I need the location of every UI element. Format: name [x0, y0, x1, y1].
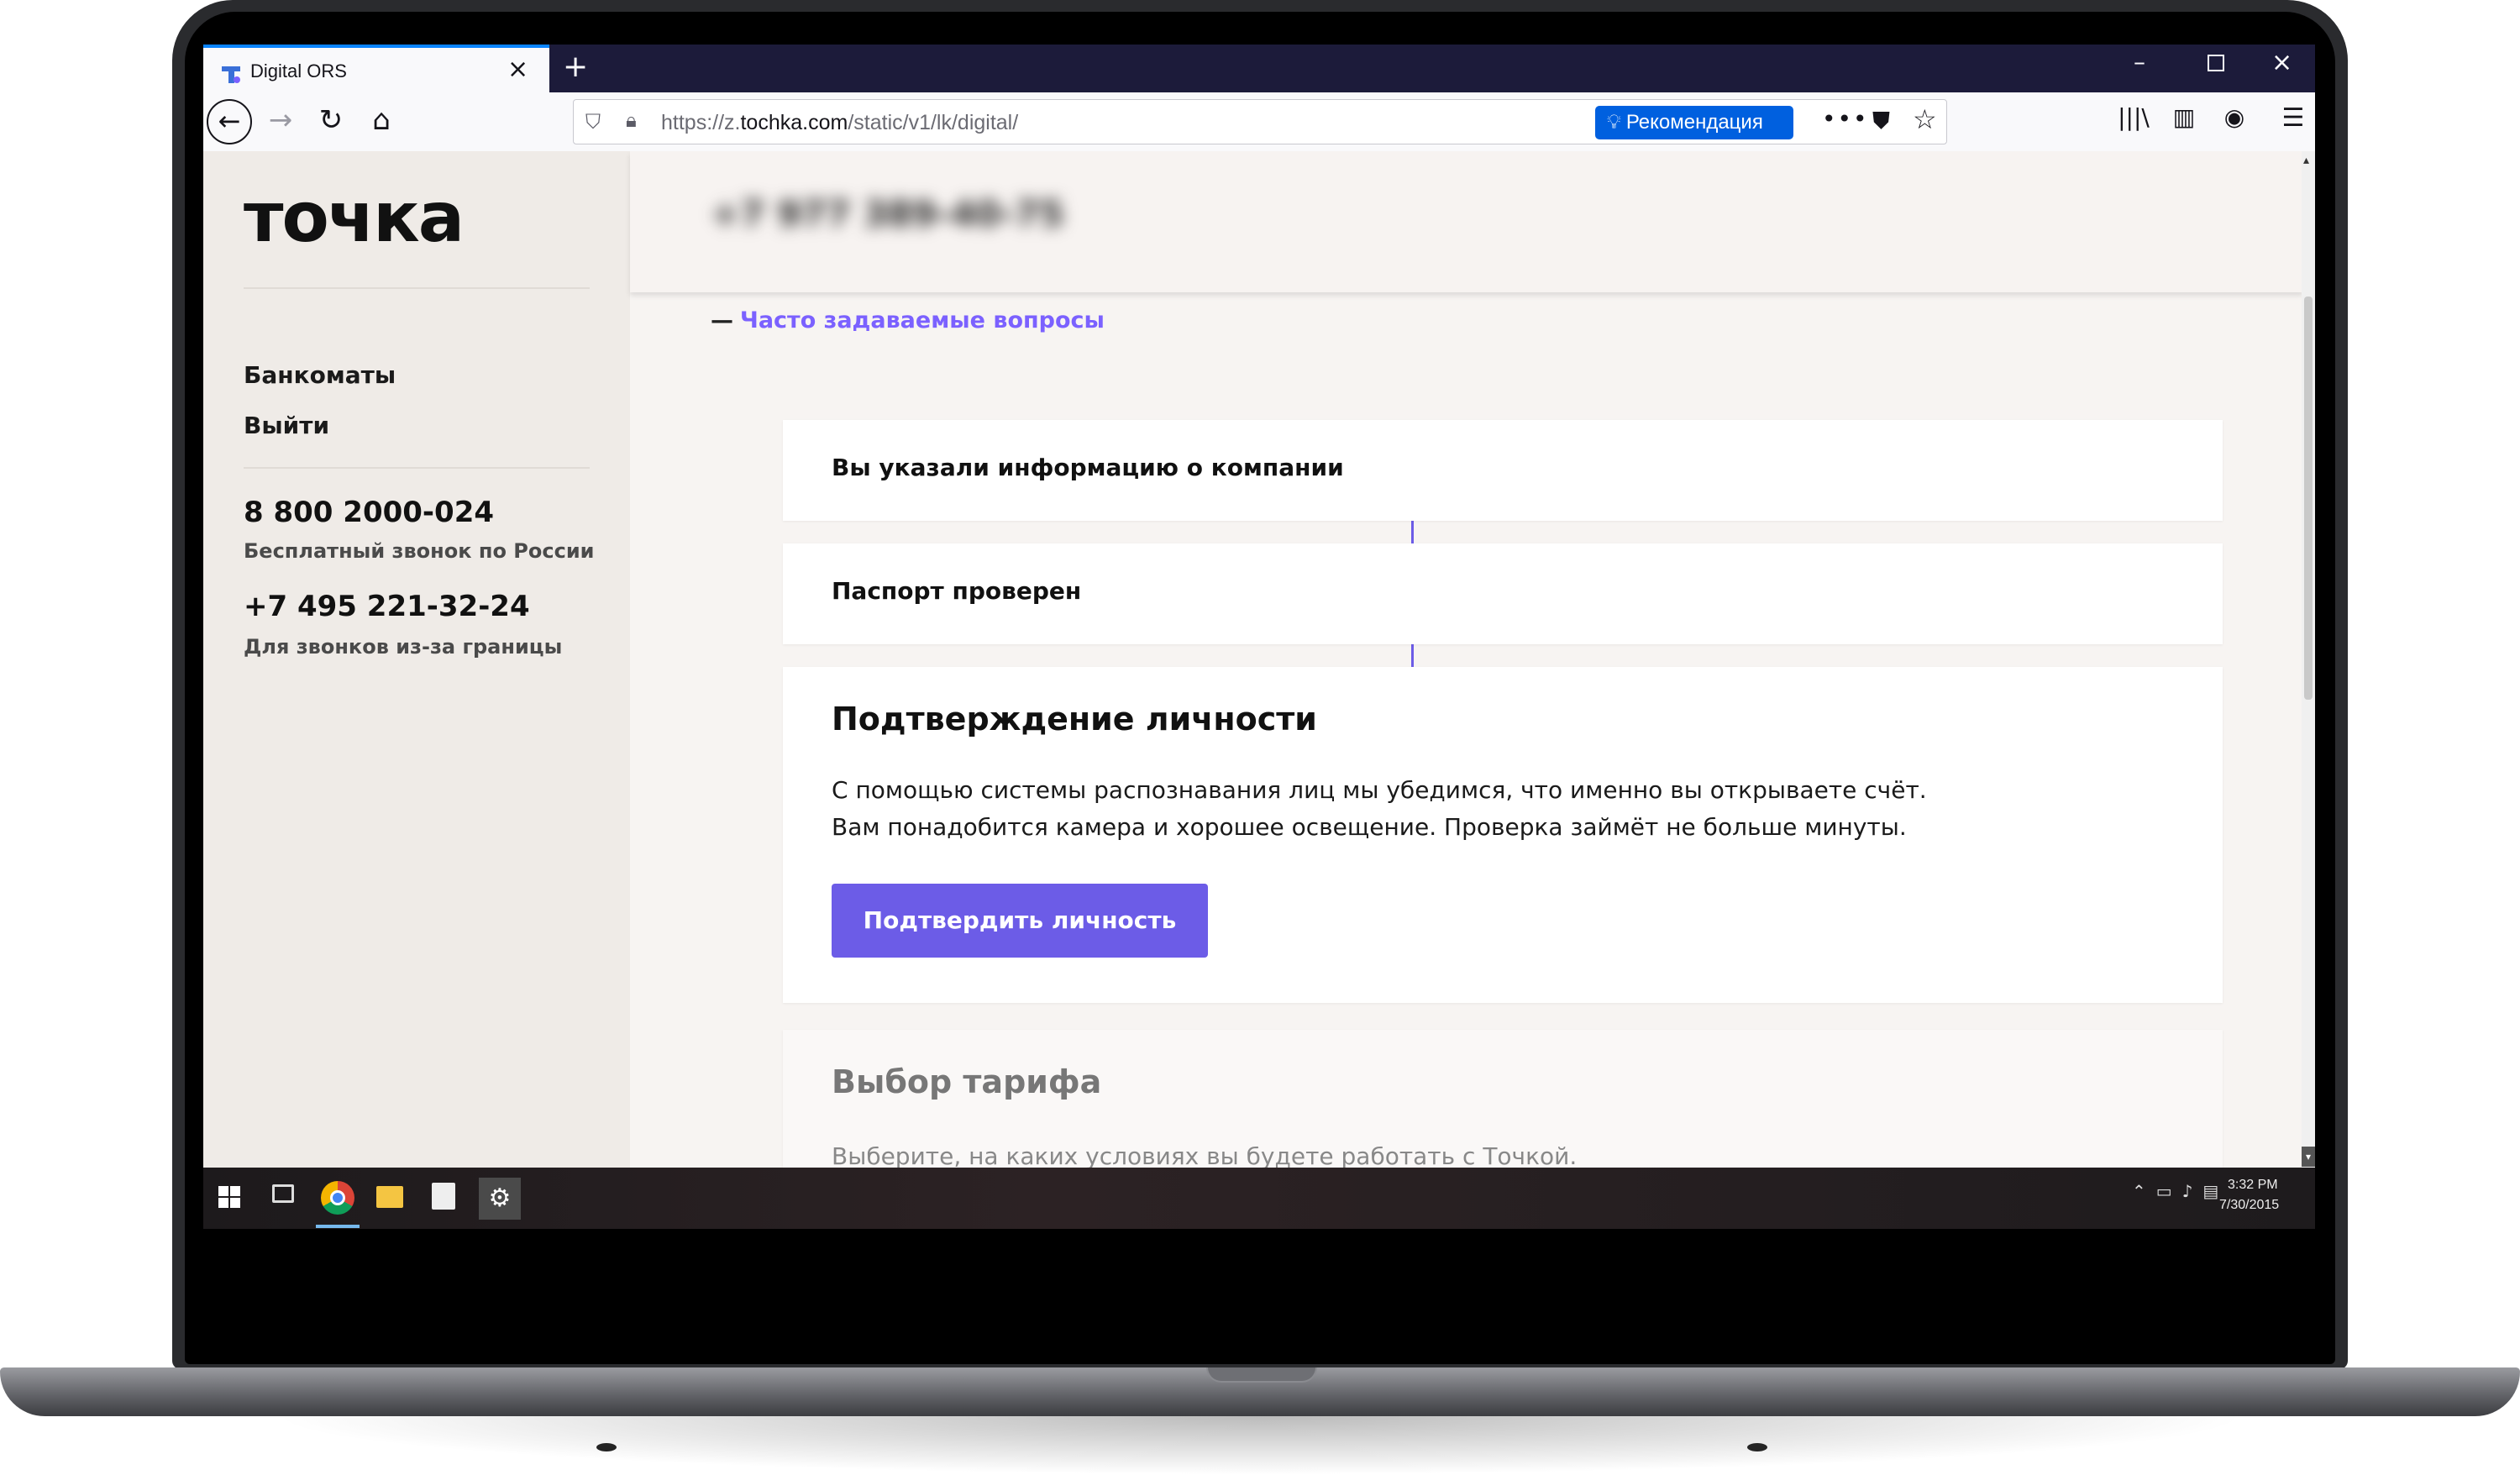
page-actions-more-icon[interactable]: ••• — [1822, 105, 1869, 133]
step-description: Вам понадобится камера и хорошее освещен… — [832, 813, 1907, 841]
library-icon[interactable]: |||\ — [2115, 103, 2152, 131]
system-tray-icons[interactable]: ⌃▭♪▤ — [2132, 1181, 2229, 1201]
lock-icon[interactable]: 🔒︎ — [626, 108, 637, 132]
sidebar-divider — [244, 287, 590, 289]
recommendation-button[interactable]: 💡︎ Рекомендация — [1595, 106, 1793, 139]
back-arrow-icon[interactable]: ← — [207, 99, 252, 144]
clock-time[interactable]: 3:32 PM — [2228, 1178, 2278, 1193]
browser-tab-bar: Digital ORS × + – × — [203, 45, 2315, 92]
tab-close-icon[interactable]: × — [507, 55, 528, 84]
clock-date[interactable]: 7/30/2015 — [2219, 1198, 2279, 1213]
sidebar: точка Банкоматы Выйти 8 800 2000-024 Бес… — [203, 151, 630, 1168]
scroll-down-arrow-icon[interactable]: ▾ — [2302, 1147, 2315, 1167]
screen: Digital ORS × + – × ← → ↻ ⌂ ⛉ 🔒︎ https:/… — [203, 45, 2315, 1229]
new-tab-plus-icon[interactable]: + — [563, 50, 588, 84]
window-close-icon[interactable]: × — [2271, 48, 2292, 77]
phone-secondary[interactable]: +7 495 221-32-24 — [244, 590, 530, 623]
sidebar-link-logout[interactable]: Выйти — [244, 412, 329, 439]
sidebar-toggle-icon[interactable]: ▥ — [2166, 103, 2202, 131]
tochka-logo[interactable]: точка — [244, 178, 465, 258]
address-bar[interactable]: ⛉ 🔒︎ https://z.tochka.com/static/v1/lk/d… — [573, 99, 1947, 144]
phone-primary-caption: Бесплатный звонок по России — [244, 539, 595, 563]
windows-start-icon[interactable] — [218, 1186, 240, 1208]
file-explorer-icon[interactable] — [376, 1186, 403, 1208]
settings-gear-icon[interactable]: ⚙ — [479, 1178, 521, 1220]
forward-arrow-icon[interactable]: → — [262, 103, 299, 137]
step-description: Выберите, на каких условиях вы будете ра… — [832, 1142, 1578, 1168]
page: точка Банкоматы Выйти 8 800 2000-024 Бес… — [203, 151, 2315, 1168]
hamburger-menu-icon[interactable]: ☰ — [2275, 103, 2312, 133]
window-restore-icon[interactable] — [2208, 55, 2224, 71]
scrollbar-thumb[interactable] — [2304, 297, 2313, 700]
main-content: +7 977 389-40-75 — Часто задаваемые вопро… — [630, 151, 2303, 1168]
windows-taskbar: ⚙ ⌃▭♪▤ 3:32 PM 7/30/2015 — [203, 1168, 2315, 1229]
account-icon[interactable]: ◉ — [2216, 103, 2253, 131]
phone-secondary-caption: Для звонков из-за границы — [244, 635, 563, 659]
step-card-identity: Подтверждение личности С помощью системы… — [783, 667, 2223, 1003]
step-title: Выбор тарифа — [832, 1063, 1102, 1100]
scroll-up-arrow-icon[interactable]: ▴ — [2303, 154, 2309, 167]
tab-title: Digital ORS — [250, 60, 347, 81]
step-card-tariff: Выбор тарифа Выберите, на каких условиях… — [783, 1030, 2223, 1168]
browser-toolbar: ← → ↻ ⌂ ⛉ 🔒︎ https://z.tochka.com/static… — [203, 92, 2315, 152]
step-card-company-info: Вы указали информацию о компании — [783, 420, 2223, 521]
url-text[interactable]: https://z.tochka.com/static/v1/lk/digita… — [661, 111, 1018, 135]
pocket-icon[interactable]: ⛊ — [1872, 107, 1890, 135]
chrome-icon[interactable] — [321, 1181, 354, 1215]
phone-primary[interactable]: 8 800 2000-024 — [244, 496, 494, 529]
window-minimize-icon[interactable]: – — [2134, 48, 2145, 76]
step-title: Вы указали информацию о компании — [832, 454, 1344, 481]
laptop-shadow — [269, 1416, 2251, 1475]
step-title: Паспорт проверен — [832, 577, 1082, 605]
tochka-favicon-icon — [222, 66, 240, 83]
blurred-user-phone: +7 977 389-40-75 — [711, 193, 1064, 234]
step-title: Подтверждение личности — [832, 701, 1317, 738]
reload-icon[interactable]: ↻ — [312, 103, 349, 137]
faq-link[interactable]: — Часто задаваемые вопросы — [711, 307, 1105, 333]
sidebar-link-atms[interactable]: Банкоматы — [244, 361, 396, 389]
home-icon[interactable]: ⌂ — [363, 103, 400, 137]
step-card-passport: Паспорт проверен — [783, 543, 2223, 644]
active-app-indicator — [316, 1225, 360, 1228]
sidebar-divider — [244, 467, 590, 469]
lightbulb-icon: 💡︎ — [1607, 111, 1621, 134]
store-icon[interactable] — [432, 1183, 455, 1210]
step-description: С помощью системы распознавания лиц мы у… — [832, 776, 1927, 804]
browser-tab[interactable]: Digital ORS × — [203, 45, 549, 92]
header-bar: +7 977 389-40-75 — [630, 151, 2303, 292]
confirm-identity-button[interactable]: Подтвердить личность — [832, 884, 1208, 958]
bookmark-star-icon[interactable]: ☆ — [1913, 103, 1937, 135]
tracking-shield-icon[interactable]: ⛉ — [585, 110, 601, 134]
laptop-base-notch — [1206, 1367, 1317, 1383]
task-view-icon[interactable] — [272, 1184, 294, 1203]
